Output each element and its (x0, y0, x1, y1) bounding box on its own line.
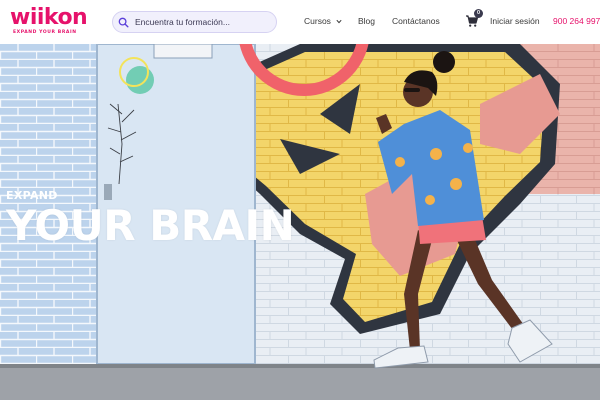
hero-headline: EXPAND YOUR BRAIN (6, 190, 295, 250)
nav-cursos-label: Cursos (304, 16, 331, 26)
search-icon (118, 17, 129, 28)
nav-contactanos[interactable]: Contáctanos (392, 15, 440, 27)
brand-logo[interactable]: wiikon EXPAND YOUR BRAIN (10, 5, 92, 37)
login-link[interactable]: Iniciar sesión (490, 15, 540, 27)
brand-logo-tagline: EXPAND YOUR BRAIN (13, 30, 77, 35)
nav-blog[interactable]: Blog (358, 15, 375, 27)
phone-link[interactable]: 900 264 997 (553, 15, 600, 27)
brand-logo-wordmark: wiikon (10, 5, 88, 30)
search-bar[interactable] (112, 11, 277, 33)
nav-cursos[interactable]: Cursos (304, 15, 342, 27)
chevron-down-icon (336, 19, 342, 24)
hero-banner: EXPAND YOUR BRAIN (0, 44, 600, 400)
search-input[interactable] (135, 14, 273, 30)
hero-title: YOUR BRAIN (6, 201, 295, 250)
cart-count-badge: 0 (474, 9, 483, 18)
site-header: wiikon EXPAND YOUR BRAIN Cursos Blog Con… (0, 0, 600, 44)
